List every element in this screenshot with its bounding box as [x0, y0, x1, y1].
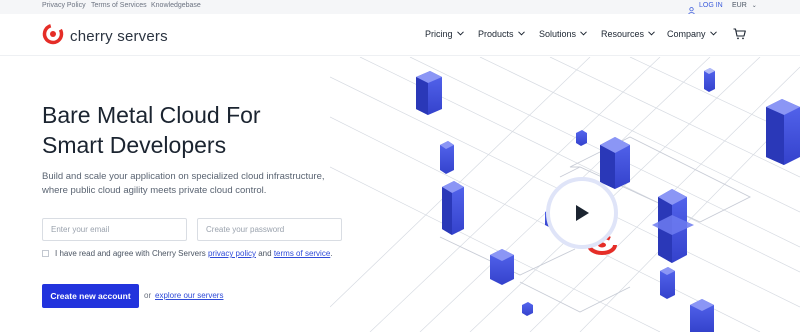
nav-label: Company — [667, 29, 706, 39]
create-account-button[interactable]: Create new account — [42, 284, 139, 308]
cart-icon[interactable] — [733, 27, 746, 45]
terms-of-service-link[interactable]: terms of service — [274, 249, 330, 258]
terms-link[interactable]: Terms of Services — [91, 2, 147, 9]
agree-and-text: and — [258, 249, 272, 258]
hero-subtitle: Build and scale your application on spec… — [42, 170, 352, 198]
knowledgebase-link[interactable]: Knowledgebase — [151, 2, 201, 9]
chevron-down-icon — [456, 30, 464, 38]
create-account-label: Create new account — [50, 291, 131, 301]
hero-subtitle-line-1: Build and scale your application on spec… — [42, 171, 325, 182]
nav-label: Pricing — [425, 29, 453, 39]
hero-title: Bare Metal Cloud For Smart Developers — [42, 100, 342, 160]
chevron-down-icon — [648, 30, 655, 38]
privacy-policy-link[interactable]: privacy policy — [208, 249, 256, 258]
login-link[interactable]: LOG IN — [699, 2, 723, 9]
or-text: or — [144, 291, 152, 300]
server-tower-icon — [704, 68, 715, 92]
nav-resources[interactable]: Resources — [601, 29, 655, 39]
brand-logo[interactable]: cherry servers — [42, 23, 168, 50]
hero-title-line-1: Bare Metal Cloud For — [42, 102, 261, 128]
server-tower-icon — [660, 267, 675, 299]
hero-subtitle-line-2: where public cloud agility meets private… — [42, 185, 267, 196]
cherry-logo-icon — [42, 23, 64, 50]
email-input[interactable] — [42, 218, 187, 241]
nav-pricing[interactable]: Pricing — [425, 29, 464, 39]
terms-agreement: I have read and agree with Cherry Server… — [42, 249, 333, 258]
currency-value: EUR — [732, 2, 747, 9]
nav-label: Solutions — [539, 29, 577, 39]
nav-solutions[interactable]: Solutions — [539, 29, 587, 39]
brand-name: cherry servers — [70, 28, 168, 45]
privacy-policy-link[interactable]: Privacy Policy — [42, 2, 86, 9]
chevron-down-icon — [517, 30, 525, 38]
nav-company[interactable]: Company — [667, 29, 717, 39]
hero-illustration — [330, 57, 800, 332]
play-video-button[interactable] — [546, 177, 618, 249]
hero-title-line-2: Smart Developers — [42, 132, 227, 158]
server-tower-icon — [522, 302, 533, 316]
server-tower-icon — [416, 71, 442, 115]
server-tower-icon — [440, 141, 454, 174]
server-tower-icon — [690, 299, 714, 332]
server-tower-icon — [442, 181, 464, 235]
nav-label: Products — [478, 29, 514, 39]
currency-select[interactable]: EUR ⌄ — [732, 2, 757, 9]
main-header: cherry servers Pricing Products Solution… — [0, 14, 800, 56]
agree-prefix-text: I have read and agree with Cherry Server… — [55, 249, 206, 258]
chevron-down-icon — [580, 30, 587, 38]
chevron-down-icon — [709, 30, 717, 38]
password-input[interactable] — [197, 218, 342, 241]
server-tower-icon — [490, 249, 514, 285]
utility-bar: Privacy Policy Terms of Services Knowled… — [0, 0, 800, 15]
server-tower-icon — [766, 99, 800, 165]
nav-products[interactable]: Products — [478, 29, 525, 39]
agree-checkbox[interactable] — [42, 250, 49, 257]
nav-label: Resources — [601, 29, 645, 39]
explore-servers-link[interactable]: explore our servers — [155, 291, 223, 300]
chevron-down-icon: ⌄ — [751, 3, 757, 9]
